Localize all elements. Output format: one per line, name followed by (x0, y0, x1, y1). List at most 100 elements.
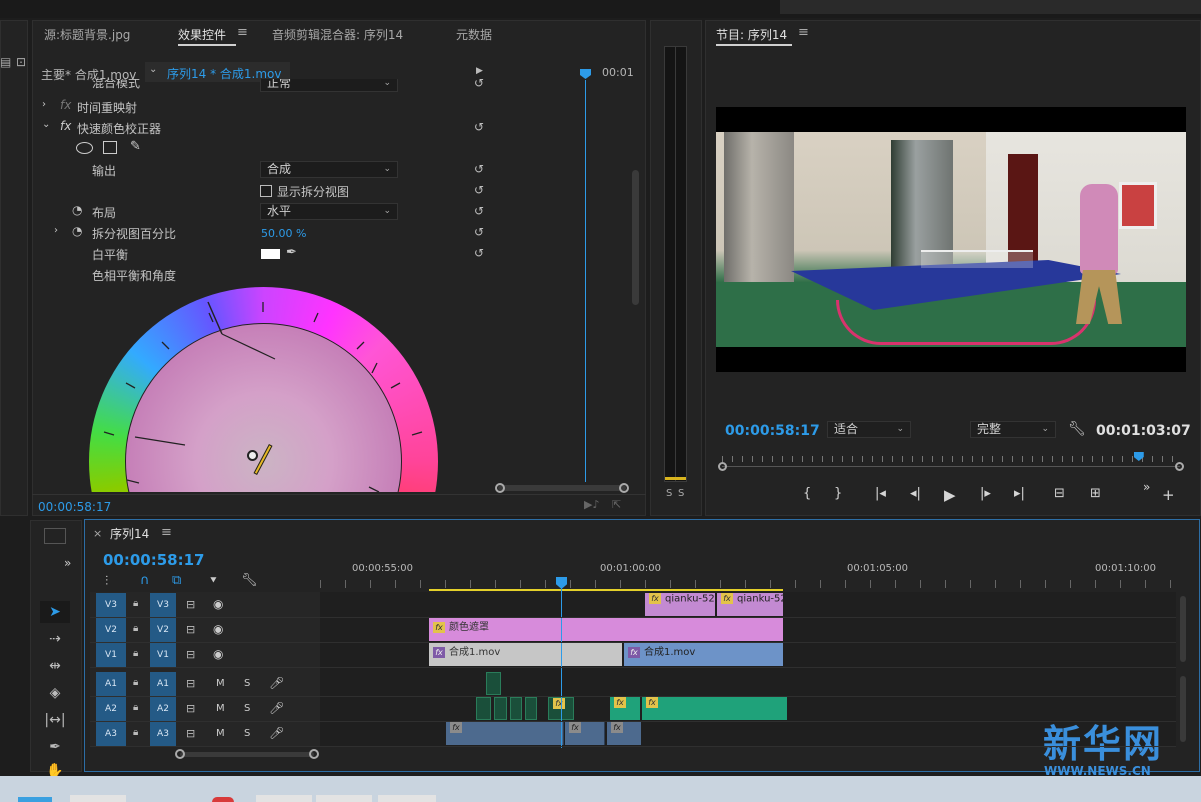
mark-in-icon[interactable]: { (803, 486, 811, 501)
eye-icon[interactable]: ◉ (213, 622, 223, 636)
sync-lock-icon[interactable]: ⊟ (186, 598, 195, 611)
timeline-v-scroll-audio[interactable] (1180, 676, 1186, 742)
expand-right-icon[interactable]: ▶ (476, 66, 483, 76)
scrubber-handle-right[interactable] (1175, 462, 1184, 471)
solo-button[interactable]: S (244, 678, 250, 689)
tab-effect-controls[interactable]: 效果控件 (178, 26, 226, 43)
clip-a2-audio-3[interactable] (510, 697, 522, 720)
snap-magnet-icon[interactable]: ∩ (140, 573, 150, 588)
sync-lock-icon[interactable]: ⊟ (186, 727, 195, 740)
lift-icon[interactable]: ⊟ (1054, 486, 1065, 501)
nest-icon[interactable]: ⫶ (105, 574, 108, 589)
microphone-icon[interactable]: 🎤︎ (269, 676, 284, 690)
track-target[interactable]: A2 (150, 697, 176, 721)
output-select[interactable]: 合成 ⌄ (260, 161, 398, 178)
clip-v1-composite-a[interactable]: fx 合成1.mov (429, 643, 622, 666)
track-select-tool-icon[interactable]: ⇢ (40, 628, 70, 650)
linked-selection-icon[interactable]: ⧉ (172, 573, 181, 588)
blend-mode-select[interactable]: 正常 ⌄ (260, 79, 398, 92)
slip-tool-icon[interactable]: |↔| (40, 709, 70, 731)
hue-center-handle[interactable] (247, 450, 258, 461)
quality-select[interactable]: 完整 ⌄ (970, 421, 1056, 438)
ec-export-icon[interactable]: ⇱ (612, 498, 621, 511)
track-source-patch[interactable]: V1 (96, 643, 126, 667)
more-controls-icon[interactable]: » (1143, 480, 1150, 494)
program-current-time[interactable]: 00:00:58:17 (725, 423, 820, 439)
add-marker-icon[interactable]: ⯆ (209, 574, 218, 588)
clip-a3-audio-1[interactable]: fx (446, 722, 564, 745)
reset-icon[interactable]: ↺ (472, 79, 486, 90)
timeline-h-handle-right[interactable] (309, 749, 319, 759)
tab-menu-icon[interactable]: ≡ (237, 25, 248, 40)
meter-solo-right[interactable]: S (678, 488, 684, 499)
stopwatch-icon[interactable]: ◔ (72, 224, 82, 238)
extract-icon[interactable]: ⊞ (1090, 486, 1101, 501)
reset-icon[interactable]: ↺ (472, 183, 486, 197)
tab-audio-mixer[interactable]: 音频剪辑混合器: 序列14 (272, 26, 403, 43)
ec-horizontal-scrollbar[interactable] (498, 485, 626, 491)
go-to-in-icon[interactable]: |◂ (875, 486, 886, 501)
lock-icon[interactable]: 🔒︎ (133, 727, 138, 738)
ec-current-time[interactable]: 00:00:58:17 (38, 500, 111, 514)
clip-a2-audio-2[interactable] (494, 697, 507, 720)
sync-lock-icon[interactable]: ⊟ (186, 623, 195, 636)
program-title[interactable]: 节目: 序列14 (716, 26, 787, 43)
add-button-icon[interactable]: + (1162, 486, 1175, 504)
track-target[interactable]: V1 (150, 643, 176, 667)
clip-a1-audio[interactable] (486, 672, 501, 695)
reset-icon[interactable]: ↺ (472, 120, 486, 134)
split-percent-value[interactable]: 50.00 % (261, 227, 306, 240)
mute-button[interactable]: M (216, 728, 225, 739)
timeline-timecode[interactable]: 00:00:58:17 (103, 551, 205, 569)
clip-v3-qianku-a[interactable]: fx qianku-528 (645, 593, 715, 616)
timeline-settings-icon[interactable]: 🔧︎ (241, 573, 258, 588)
expand-arrow-icon[interactable]: › (54, 225, 58, 236)
lock-icon[interactable]: 🔒︎ (133, 598, 138, 609)
timeline-h-scroll[interactable] (180, 752, 314, 757)
clip-v3-qianku-b[interactable]: fx qianku-52 (717, 593, 783, 616)
track-source-patch[interactable]: A2 (96, 697, 126, 721)
solo-button[interactable]: S (244, 703, 250, 714)
work-area-bar[interactable] (429, 589, 783, 591)
eye-icon[interactable]: ◉ (213, 597, 223, 611)
timeline-title[interactable]: 序列14 (110, 525, 149, 542)
microphone-icon[interactable]: 🎤︎ (269, 701, 284, 715)
reset-icon[interactable]: ↺ (472, 162, 486, 176)
track-source-patch[interactable]: V2 (96, 618, 126, 642)
mute-button[interactable]: M (216, 703, 225, 714)
timeline-close-icon[interactable]: × (93, 527, 102, 540)
project-list-icon[interactable]: ▤ (0, 55, 11, 69)
clip-a2-audio-1[interactable] (476, 697, 491, 720)
sync-lock-icon[interactable]: ⊟ (186, 677, 195, 690)
track-source-patch[interactable]: A1 (96, 672, 126, 696)
mark-out-icon[interactable]: } (834, 486, 842, 501)
track-target[interactable]: A3 (150, 722, 176, 746)
split-view-checkbox[interactable] (260, 185, 272, 197)
timeline-v-scroll-video[interactable] (1180, 596, 1186, 662)
ec-scroll-handle-left[interactable] (495, 483, 505, 493)
eyedropper-icon[interactable]: ✒ (286, 245, 297, 260)
rectangle-mask-icon[interactable] (103, 141, 117, 154)
stopwatch-icon[interactable]: ◔ (72, 203, 82, 217)
clip-a2-audio-4[interactable] (525, 697, 537, 720)
lock-icon[interactable]: 🔒︎ (133, 677, 138, 688)
tab-source[interactable]: 源:标题背景.jpg (44, 26, 130, 43)
solo-button[interactable]: S (244, 728, 250, 739)
selection-tool-icon[interactable]: ➤ (40, 601, 70, 623)
pen-tool-icon[interactable]: ✒ (40, 736, 70, 758)
tab-metadata[interactable]: 元数据 (456, 26, 492, 43)
clip-a2-audio-7[interactable]: fx (642, 697, 787, 720)
clip-a2-audio-6[interactable]: fx (610, 697, 640, 720)
wrench-icon[interactable]: 🔧︎ (1068, 421, 1086, 437)
reset-icon[interactable]: ↺ (472, 246, 486, 260)
taskbar-item-6[interactable] (378, 795, 436, 802)
ec-scroll-handle-right[interactable] (619, 483, 629, 493)
taskbar-item-1[interactable] (18, 797, 52, 802)
lock-icon[interactable]: 🔒︎ (133, 702, 138, 713)
go-to-out-icon[interactable]: ▸| (1014, 486, 1025, 501)
microphone-icon[interactable]: 🎤︎ (269, 726, 284, 740)
meter-solo-left[interactable]: S (666, 488, 672, 499)
taskbar-item-4[interactable] (256, 795, 312, 802)
tools-header-icon[interactable] (44, 528, 66, 544)
step-back-icon[interactable]: ◂| (910, 486, 921, 501)
